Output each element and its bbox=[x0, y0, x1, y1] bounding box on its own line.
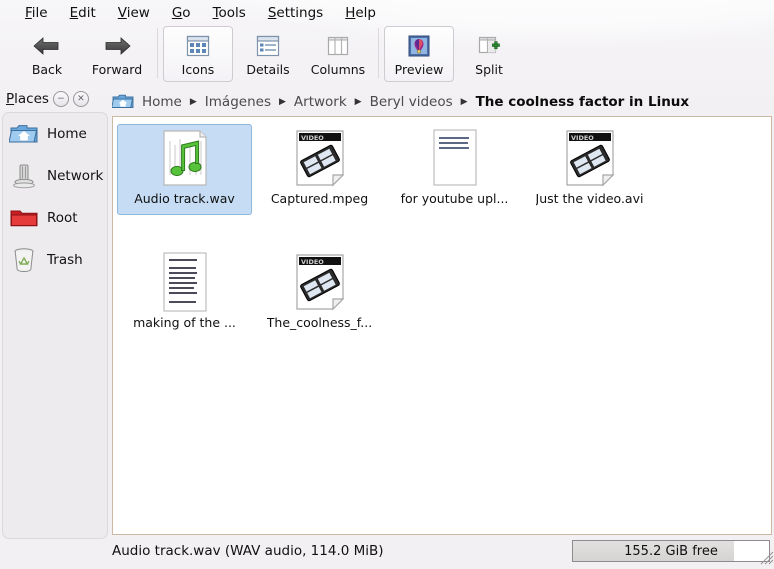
free-space-label: 155.2 GiB free bbox=[624, 543, 718, 559]
breadcrumb-item-2[interactable]: Artwork bbox=[292, 94, 349, 110]
home-folder-icon bbox=[9, 119, 39, 149]
file-item-for-youtube-upload[interactable]: for youtube upl... bbox=[387, 124, 522, 215]
video-file-icon: VIDEO bbox=[285, 251, 355, 313]
toolbar-separator-1 bbox=[157, 28, 158, 78]
forward-button[interactable]: Forward bbox=[82, 26, 152, 82]
breadcrumb-item-4[interactable]: The coolness factor in Linux bbox=[474, 94, 692, 110]
home-icon[interactable] bbox=[112, 93, 134, 111]
file-item-making-of-the[interactable]: making of the ... bbox=[117, 248, 252, 339]
video-file-icon: VIDEO bbox=[555, 127, 625, 189]
status-bar: Audio track.wav (WAV audio, 114.0 MiB) 1… bbox=[112, 538, 772, 564]
sidebar-item-trash-label: Trash bbox=[47, 252, 83, 268]
arrow-left-icon bbox=[32, 31, 62, 61]
sidebar-item-network[interactable]: Network bbox=[3, 155, 107, 197]
preview-button-label: Preview bbox=[394, 62, 444, 77]
details-view-button[interactable]: Details bbox=[233, 26, 303, 82]
preview-button[interactable]: Preview bbox=[384, 26, 454, 82]
file-item-label: for youtube upl... bbox=[400, 191, 509, 206]
split-button[interactable]: Split bbox=[454, 26, 524, 82]
icons-view-button-label: Icons bbox=[181, 62, 215, 77]
sidebar-item-trash[interactable]: Trash bbox=[3, 239, 107, 281]
window-resize-grip[interactable] bbox=[758, 549, 774, 565]
breadcrumb-item-0[interactable]: Home bbox=[140, 94, 184, 110]
places-title: Places bbox=[6, 91, 49, 107]
audio-file-icon bbox=[150, 127, 220, 189]
back-button[interactable]: Back bbox=[12, 26, 82, 82]
columns-view-button[interactable]: Columns bbox=[303, 26, 373, 82]
svg-text:VIDEO: VIDEO bbox=[301, 258, 324, 266]
menu-item-file[interactable]: File bbox=[14, 2, 59, 24]
menu-item-go[interactable]: Go bbox=[161, 2, 202, 24]
menu-item-edit[interactable]: Edit bbox=[59, 2, 107, 24]
menu-item-tools[interactable]: Tools bbox=[202, 2, 257, 24]
file-item-just-the-video[interactable]: VIDEO Just the video.avi bbox=[522, 124, 657, 215]
sidebar-item-home[interactable]: Home bbox=[3, 113, 107, 155]
toolbar-separator-2 bbox=[378, 28, 379, 78]
text-document-icon bbox=[420, 127, 490, 189]
columns-view-button-label: Columns bbox=[310, 62, 366, 77]
root-folder-icon bbox=[9, 203, 39, 233]
file-item-the-coolness-factor[interactable]: VIDEO The_coolness_f... bbox=[252, 248, 387, 339]
places-panel: Home Network Root Trash bbox=[2, 112, 108, 539]
svg-text:VIDEO: VIDEO bbox=[571, 134, 594, 142]
chevron-right-icon: ▶ bbox=[189, 97, 197, 107]
sidebar-item-network-label: Network bbox=[47, 168, 104, 184]
file-item-label: Audio track.wav bbox=[134, 191, 235, 206]
preview-image-icon bbox=[408, 31, 430, 61]
menu-item-view[interactable]: View bbox=[107, 2, 161, 24]
minimize-icon: − bbox=[57, 93, 65, 104]
file-item-captured-mpeg[interactable]: VIDEO Captured.mpeg bbox=[252, 124, 387, 215]
split-view-icon bbox=[477, 31, 501, 61]
file-view-panel[interactable]: Audio track.wav VIDEO Captured.mpeg for … bbox=[112, 116, 772, 535]
chevron-right-icon: ▶ bbox=[278, 97, 286, 107]
menu-item-settings[interactable]: Settings bbox=[257, 2, 334, 24]
details-view-button-label: Details bbox=[246, 62, 290, 77]
network-icon bbox=[9, 161, 39, 191]
split-button-label: Split bbox=[475, 62, 503, 77]
icons-view-icon bbox=[186, 31, 210, 61]
video-file-icon: VIDEO bbox=[285, 127, 355, 189]
places-minimize-button[interactable]: − bbox=[52, 91, 69, 107]
file-grid: Audio track.wav VIDEO Captured.mpeg for … bbox=[113, 117, 771, 340]
sidebar-item-root[interactable]: Root bbox=[3, 197, 107, 239]
file-item-audio-track[interactable]: Audio track.wav bbox=[117, 124, 252, 215]
file-item-label: making of the ... bbox=[133, 315, 236, 330]
places-panel-header: Places − ✕ bbox=[2, 88, 106, 110]
chevron-right-icon: ▶ bbox=[460, 97, 468, 107]
back-button-label: Back bbox=[31, 62, 63, 77]
main-toolbar: Back Forward Icons Details Columns Previ… bbox=[0, 26, 774, 86]
arrow-right-icon bbox=[102, 31, 132, 61]
icons-view-button[interactable]: Icons bbox=[163, 26, 233, 82]
file-item-label: Just the video.avi bbox=[535, 191, 644, 206]
chevron-right-icon: ▶ bbox=[354, 97, 362, 107]
file-item-label: The_coolness_f... bbox=[266, 315, 373, 330]
svg-text:VIDEO: VIDEO bbox=[301, 134, 324, 142]
file-item-label: Captured.mpeg bbox=[270, 191, 369, 206]
sidebar-item-home-label: Home bbox=[47, 126, 87, 142]
breadcrumb: Home ▶ Imágenes ▶ Artwork ▶ Beryl videos… bbox=[112, 90, 772, 114]
free-space-indicator[interactable]: 155.2 GiB free bbox=[572, 540, 770, 562]
sidebar-item-root-label: Root bbox=[47, 210, 78, 226]
text-document-icon bbox=[150, 251, 220, 313]
status-text: Audio track.wav (WAV audio, 114.0 MiB) bbox=[112, 543, 384, 559]
menu-bar: File Edit View Go Tools Settings Help bbox=[0, 0, 774, 26]
menu-item-help[interactable]: Help bbox=[334, 2, 387, 24]
forward-button-label: Forward bbox=[91, 62, 143, 77]
breadcrumb-item-3[interactable]: Beryl videos bbox=[368, 94, 455, 110]
columns-view-icon bbox=[326, 31, 350, 61]
details-view-icon bbox=[256, 31, 280, 61]
breadcrumb-item-1[interactable]: Imágenes bbox=[203, 94, 273, 110]
close-icon: ✕ bbox=[77, 93, 85, 104]
places-close-button[interactable]: ✕ bbox=[72, 91, 89, 107]
trash-icon bbox=[9, 245, 39, 275]
